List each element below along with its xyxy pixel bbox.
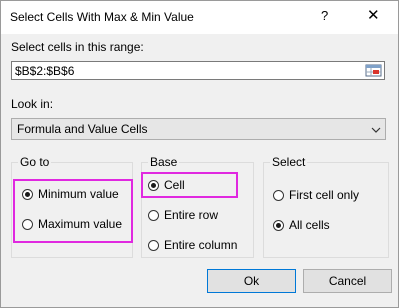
- base-title: Base: [148, 155, 180, 169]
- select-title: Select: [270, 155, 308, 169]
- radio-label: All cells: [289, 218, 330, 232]
- select-group: Select: [263, 155, 389, 258]
- range-label: Select cells in this range:: [11, 40, 144, 54]
- close-button[interactable]: ✕: [367, 6, 380, 24]
- title-bar: Select Cells With Max & Min Value ? ✕: [1, 1, 398, 34]
- ok-button[interactable]: Ok: [207, 269, 296, 293]
- radio-button-icon[interactable]: [148, 209, 159, 221]
- look-in-selected: Formula and Value Cells: [17, 122, 148, 136]
- radio-label: Entire row: [164, 208, 219, 222]
- radio-label: First cell only: [289, 188, 360, 202]
- window-title: Select Cells With Max & Min Value: [10, 10, 194, 24]
- chevron-down-icon: [371, 124, 381, 134]
- highlight-box-go-to: [13, 179, 133, 243]
- go-to-title: Go to: [18, 155, 52, 169]
- cancel-button[interactable]: Cancel: [303, 269, 392, 293]
- dialog-window: Select Cells With Max & Min Value ? ✕ Se…: [0, 0, 399, 308]
- radio-entire-column[interactable]: Entire column: [148, 237, 237, 253]
- radio-all-cells[interactable]: All cells: [273, 217, 330, 233]
- radio-label: Entire column: [164, 238, 238, 252]
- look-in-dropdown[interactable]: Formula and Value Cells: [11, 118, 386, 140]
- radio-entire-row[interactable]: Entire row: [148, 207, 218, 223]
- radio-first-cell-only[interactable]: First cell only: [273, 187, 359, 203]
- range-input[interactable]: [15, 63, 355, 78]
- look-in-label: Look in:: [11, 97, 54, 111]
- radio-button-icon[interactable]: [148, 239, 159, 251]
- highlight-box-base: [141, 172, 238, 198]
- range-field[interactable]: [11, 61, 385, 80]
- radio-button-icon[interactable]: [273, 189, 284, 201]
- radio-button-checked-icon[interactable]: [273, 219, 284, 231]
- range-picker-icon[interactable]: [365, 63, 382, 78]
- help-button[interactable]: ?: [321, 8, 328, 23]
